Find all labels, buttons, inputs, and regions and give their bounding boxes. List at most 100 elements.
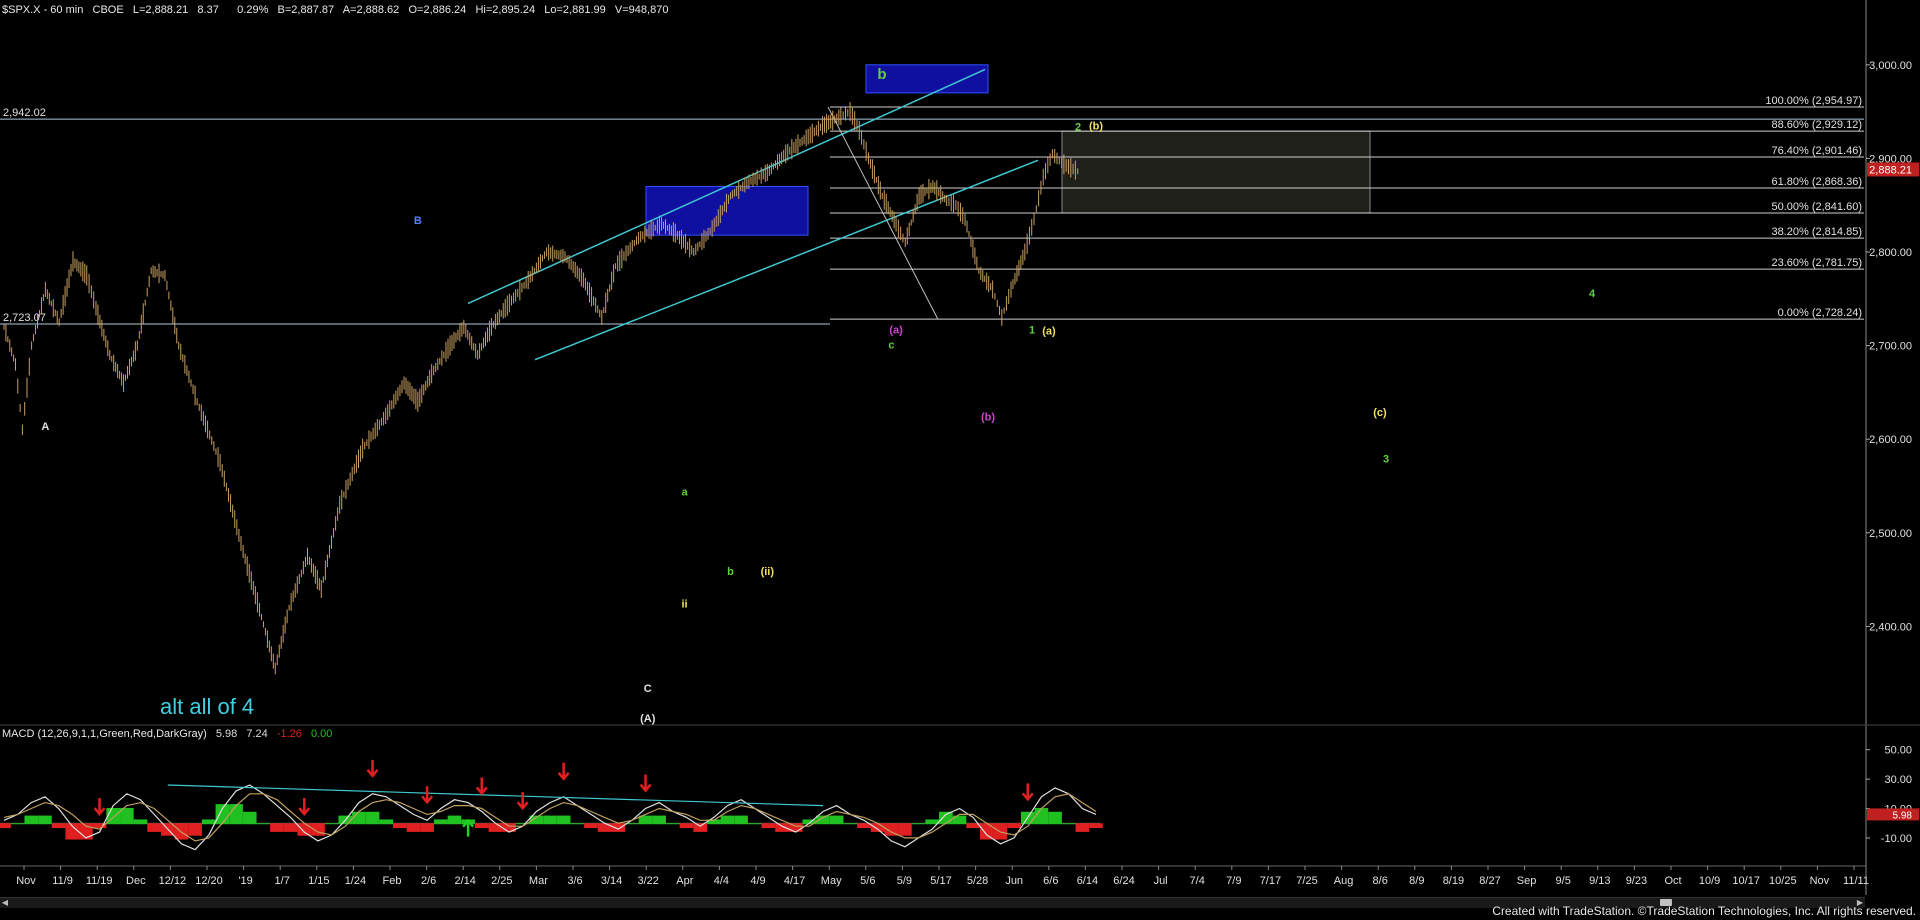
time-tick-label: 4/4 bbox=[714, 875, 729, 887]
wave-label: ii bbox=[681, 599, 687, 611]
macd-histogram-bar bbox=[584, 823, 598, 829]
sell-arrow-icon bbox=[93, 798, 106, 817]
wave-label: a bbox=[681, 486, 688, 498]
macd-histogram-bar bbox=[51, 823, 66, 829]
wave-label: b bbox=[877, 66, 886, 83]
time-tick-label: 9/13 bbox=[1589, 875, 1610, 887]
macd-tick-label: -10.00 bbox=[1881, 833, 1912, 845]
macd-histogram-bar bbox=[543, 815, 557, 825]
macd-histogram-bar bbox=[0, 823, 11, 829]
fib-level-label: 0.00% (2,728.24) bbox=[1778, 307, 1862, 319]
macd-tick-label: 50.00 bbox=[1884, 745, 1912, 757]
scroll-left-icon[interactable]: ◀ bbox=[0, 898, 10, 908]
sell-arrow-icon bbox=[516, 792, 529, 811]
time-tick-label: Nov bbox=[16, 875, 36, 887]
macd-histogram-bar bbox=[693, 823, 707, 832]
time-tick-label: 5/9 bbox=[897, 875, 912, 887]
time-tick-label: Apr bbox=[676, 875, 693, 887]
time-tick-label: 11/19 bbox=[86, 875, 113, 887]
sell-arrow-icon bbox=[639, 774, 652, 793]
wave-label: A bbox=[41, 421, 49, 433]
fib-level-label: 38.20% (2,814.85) bbox=[1771, 226, 1862, 238]
fib-level-label: 88.60% (2,929.12) bbox=[1771, 119, 1862, 131]
wave-label: (a) bbox=[889, 324, 903, 336]
time-tick-label: Mar bbox=[529, 875, 548, 887]
price-tick-label: 2,500.00 bbox=[1869, 528, 1912, 540]
wave-label: c bbox=[888, 339, 894, 351]
time-tick-label: Sep bbox=[1517, 875, 1537, 887]
macd-histogram-bar bbox=[133, 819, 148, 825]
macd-histogram-bar bbox=[201, 819, 216, 825]
time-tick-label: 5/6 bbox=[860, 875, 875, 887]
macd-histogram-bar bbox=[393, 823, 407, 829]
wave-label: 1 bbox=[1029, 324, 1035, 336]
macd-histogram-bar bbox=[229, 804, 243, 825]
macd-histogram-bar bbox=[666, 823, 680, 825]
time-tick-label: 2/25 bbox=[491, 875, 512, 887]
sell-arrow-icon bbox=[557, 762, 570, 781]
buy-arrow-icon bbox=[462, 818, 475, 837]
time-tick-label: 6/14 bbox=[1077, 875, 1098, 887]
macd-histogram-bar bbox=[324, 823, 339, 825]
target-box-mid bbox=[645, 185, 809, 236]
macd-histogram-bar bbox=[747, 823, 762, 825]
sell-arrow-icon bbox=[475, 777, 488, 796]
alt-annotation: alt all of 4 bbox=[160, 694, 254, 719]
sell-arrow-icon bbox=[298, 798, 311, 817]
price-chart[interactable]: 3,000.002,900.002,800.002,700.002,600.00… bbox=[0, 0, 1920, 920]
macd-histogram-bar bbox=[556, 815, 571, 825]
wave-label: 2 bbox=[1075, 121, 1081, 133]
time-tick-label: 3/22 bbox=[637, 875, 658, 887]
time-tick-label: 1/24 bbox=[345, 875, 366, 887]
time-tick-label: Nov bbox=[1810, 875, 1830, 887]
macd-histogram-bar bbox=[939, 811, 953, 825]
macd-histogram-bar bbox=[1075, 823, 1090, 832]
wave-label: (b) bbox=[1089, 120, 1103, 132]
wave-label: 3 bbox=[1383, 454, 1389, 466]
macd-histogram-bar bbox=[406, 823, 421, 832]
macd-histogram-bar bbox=[256, 823, 271, 825]
macd-hist-value: -1.26 bbox=[276, 728, 302, 740]
last-price-label: 2,888.21 bbox=[1869, 164, 1912, 176]
wave-label: (A) bbox=[640, 713, 656, 725]
wave-label: (ii) bbox=[761, 566, 775, 578]
macd-histogram-bar bbox=[870, 823, 885, 832]
macd-histogram-bar bbox=[215, 804, 230, 825]
macd-histogram-bar bbox=[843, 823, 858, 825]
time-tick-label: 9/5 bbox=[1556, 875, 1571, 887]
macd-histogram-bar bbox=[488, 823, 503, 832]
macd-histogram-bar bbox=[242, 811, 257, 825]
time-tick-label: 4/9 bbox=[750, 875, 765, 887]
macd-histogram-bar bbox=[1089, 823, 1103, 829]
wave-label: C bbox=[644, 683, 652, 695]
footer-credit: Created with TradeStation. ©TradeStation… bbox=[1492, 904, 1916, 918]
pivot-label: 2,942.02 bbox=[3, 107, 46, 119]
macd-histogram-bar bbox=[652, 815, 667, 825]
macd-histogram-bar bbox=[447, 815, 462, 825]
time-tick-label: 8/19 bbox=[1443, 875, 1464, 887]
macd-histogram-bar bbox=[597, 823, 612, 832]
macd-histogram-bar bbox=[898, 823, 912, 836]
macd-value: 5.98 bbox=[215, 728, 238, 740]
time-tick-label: May bbox=[821, 875, 842, 887]
macd-zero-value: 0.00 bbox=[310, 728, 333, 740]
time-tick-label: 2/14 bbox=[454, 875, 475, 887]
time-tick-label: 1/15 bbox=[308, 875, 329, 887]
sell-arrow-icon bbox=[366, 759, 379, 778]
price-tick-label: 2,700.00 bbox=[1869, 341, 1912, 353]
fib-level-label: 23.60% (2,781.75) bbox=[1771, 257, 1862, 269]
time-tick-label: 12/20 bbox=[195, 875, 223, 887]
macd-histogram-bar bbox=[911, 823, 926, 825]
macd-histogram-bar bbox=[24, 815, 39, 825]
macd-histogram-bar bbox=[433, 819, 448, 825]
time-tick-label: 6/6 bbox=[1043, 875, 1058, 887]
macd-histogram-bar bbox=[283, 823, 298, 832]
macd-value-label: 5.98 bbox=[1893, 810, 1913, 821]
macd-histogram-bar bbox=[734, 815, 748, 825]
fib-level-label: 61.80% (2,868.36) bbox=[1771, 176, 1862, 188]
time-tick-label: 9/23 bbox=[1626, 875, 1647, 887]
price-tick-label: 2,800.00 bbox=[1869, 247, 1912, 259]
macd-tick-label: 30.00 bbox=[1884, 774, 1912, 786]
macd-histogram-bar bbox=[270, 823, 284, 832]
time-tick-label: 10/25 bbox=[1769, 875, 1797, 887]
